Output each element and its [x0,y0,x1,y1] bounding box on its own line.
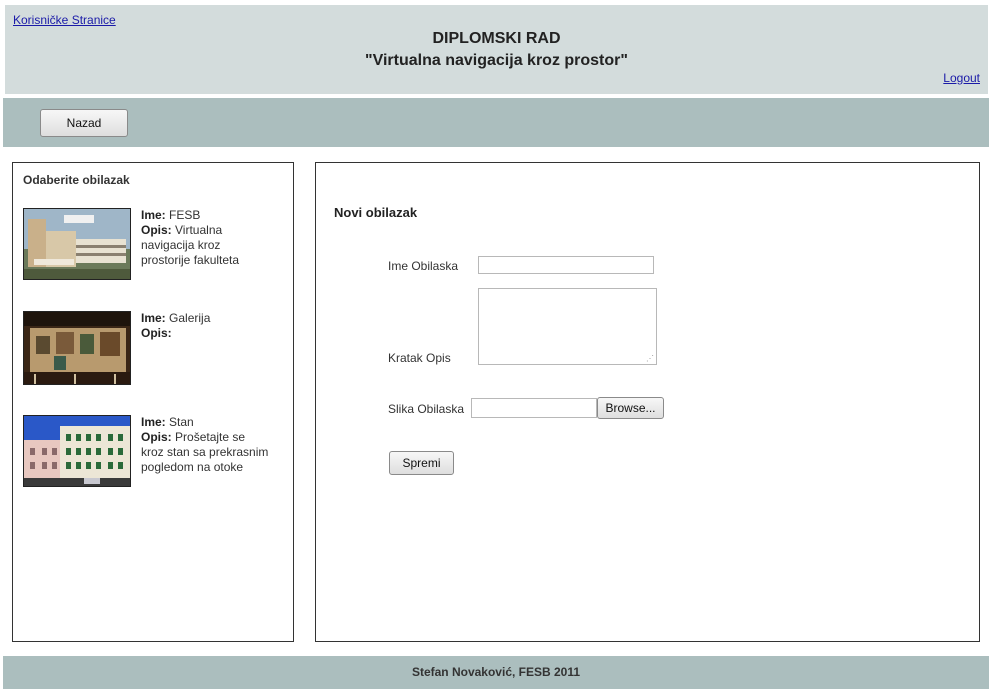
tour-list-panel: Odaberite obilazak Ime: FESB Opis: Virtu… [12,162,294,642]
tour-name-label: Ime: [141,208,166,222]
tour-list-title: Odaberite obilazak [23,173,130,187]
tour-name: Galerija [169,311,211,325]
tour-info: Ime: Galerija Opis: [141,311,271,371]
tour-image-label: Slika Obilaska [388,402,465,416]
tour-image-path-input[interactable] [471,398,597,418]
tour-desc-label: Opis: [141,430,172,444]
page-header: Korisničke Stranice DIPLOMSKI RAD "Virtu… [5,5,988,94]
resize-grip-icon[interactable]: ⋰ [646,355,654,363]
tour-thumbnail-galerija[interactable] [23,311,131,385]
page-subtitle: "Virtualna navigacija kroz prostor" [365,52,628,69]
tour-item-galerija[interactable]: Ime: Galerija Opis: [23,311,285,385]
back-button[interactable]: Nazad [40,109,128,137]
tour-thumbnail-stan[interactable] [23,415,131,487]
tour-thumbnail-fesb[interactable] [23,208,131,280]
browse-button[interactable]: Browse... [597,397,664,419]
new-tour-form: Novi obilazak Ime Obilaska ⋰ Kratak Opis… [315,162,980,642]
tour-name-input[interactable] [478,256,654,274]
tour-desc-label: Opis: [141,326,172,340]
page-title: DIPLOMSKI RAD [432,30,561,47]
form-title: Novi obilazak [334,205,418,220]
short-description-textarea[interactable]: ⋰ [478,288,657,365]
tour-item-stan[interactable]: Ime: Stan Opis: Prošetajte se kroz stan … [23,415,285,489]
tour-name-label: Ime: [141,311,166,325]
save-button[interactable]: Spremi [389,451,454,475]
tour-name-field-label: Ime Obilaska [388,259,459,273]
short-description-label: Kratak Opis [388,351,451,365]
page-footer: Stefan Novaković, FESB 2011 [3,656,989,689]
tour-name: FESB [169,208,201,222]
toolbar: Nazad [3,98,989,147]
tour-info: Ime: FESB Opis: Virtualna navigacija kro… [141,208,271,268]
user-pages-link[interactable]: Korisničke Stranice [13,13,116,27]
logout-link[interactable]: Logout [943,71,980,85]
tour-desc-label: Opis: [141,223,172,237]
tour-info: Ime: Stan Opis: Prošetajte se kroz stan … [141,415,271,475]
tour-item-fesb[interactable]: Ime: FESB Opis: Virtualna navigacija kro… [23,208,285,282]
tour-name-label: Ime: [141,415,166,429]
tour-name: Stan [169,415,194,429]
